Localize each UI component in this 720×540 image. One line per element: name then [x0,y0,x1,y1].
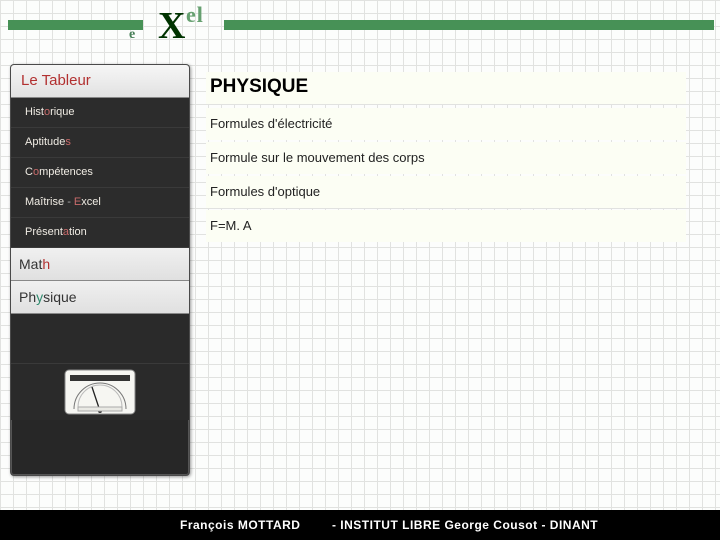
content: PHYSIQUE Formules d'électricité Formule … [206,72,686,244]
footer: François MOTTARD - INSTITUT LIBRE George… [0,510,720,540]
sidebar-sub-math[interactable]: Math [11,248,189,281]
sidebar-gap [11,314,189,364]
footer-institution: - INSTITUT LIBRE George Cousot - DINANT [332,518,598,532]
logo-x: X [158,4,184,48]
footer-author: François MOTTARD [180,518,300,532]
sidebar-title-post: bleur [57,72,90,89]
sidebar-sub-physique[interactable]: Physique [11,281,189,314]
sidebar-item-competences[interactable]: Compétences [11,158,189,188]
header-deco: e X el [0,0,720,50]
sidebar: Le Tableur Historique Aptitudes Compéten… [10,64,190,476]
meter-image [11,364,189,420]
content-title: PHYSIQUE [206,72,686,104]
logo-e: e [129,27,135,43]
sidebar-title-pre: Le T [21,72,49,89]
sidebar-item-maitrise-excel[interactable]: Maîtrise - Excel [11,188,189,218]
content-row-optique[interactable]: Formules d'optique [206,176,686,208]
sidebar-title: Le Tableur [11,65,189,98]
sidebar-item-presentation[interactable]: Présentation [11,218,189,248]
sidebar-item-aptitudes[interactable]: Aptitudes [11,128,189,158]
sidebar-item-historique[interactable]: Historique [11,98,189,128]
footer-sep [310,518,322,532]
meter-icon [64,369,136,415]
logo-el: el [186,2,204,28]
content-row-electricite[interactable]: Formules d'électricité [206,108,686,140]
deco-bar-right [224,20,714,30]
content-row-fma[interactable]: F=M. A [206,210,686,242]
content-row-mouvement[interactable]: Formule sur le mouvement des corps [206,142,686,174]
deco-bar-left [8,20,143,30]
